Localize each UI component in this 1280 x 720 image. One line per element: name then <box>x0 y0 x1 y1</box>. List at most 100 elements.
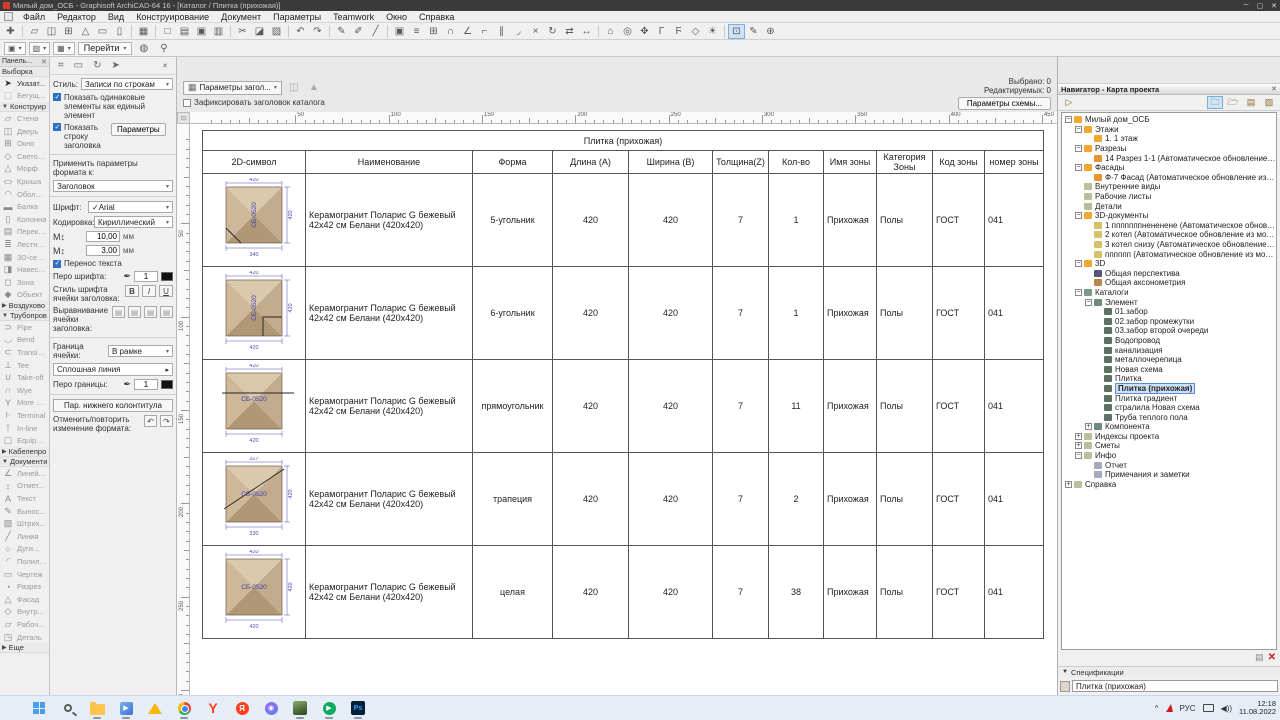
tree-item-канализация[interactable]: канализация <box>1062 345 1276 355</box>
show-same-checkbox[interactable] <box>53 93 61 101</box>
tool-equipm-[interactable]: ▢ Equipm... <box>0 434 49 447</box>
tool-чертеж[interactable]: ▭ Чертеж <box>0 568 49 581</box>
tree-item-общая-перспектива[interactable]: Общая перспектива <box>1062 269 1276 279</box>
close-schedule-icon[interactable]: ✕ <box>1268 652 1276 663</box>
save-icon[interactable]: ▣ <box>193 24 210 39</box>
explorer-icon[interactable] <box>86 697 108 719</box>
display-icon[interactable] <box>1202 704 1214 712</box>
tool-объект[interactable]: ◆ Объект <box>0 289 49 302</box>
tree-item-труба-теплого-пола[interactable]: Труба теплого пола <box>1062 412 1276 422</box>
inject-params-icon[interactable]: ✐ <box>350 24 367 39</box>
menu-item-0[interactable]: Файл <box>17 11 51 23</box>
tree-expander-icon[interactable]: − <box>1075 452 1082 460</box>
marquee-tool[interactable]: ⬚ Бегущ... <box>0 90 49 103</box>
layout-book-icon[interactable]: ▤ <box>1243 96 1259 109</box>
tree-expander-icon[interactable]: + <box>1075 442 1082 450</box>
tree-item-водопровод[interactable]: Водопровод <box>1062 336 1276 346</box>
view-map-icon[interactable]: 🗁 <box>1225 96 1241 109</box>
encoding-select[interactable]: Кириллический ▾ <box>94 216 173 228</box>
line-type-select[interactable]: Сплошная линия ▸ <box>53 363 173 376</box>
tree-item-фасады[interactable]: − Фасады <box>1062 163 1276 173</box>
goto-button[interactable]: Перейти ▾ <box>77 41 133 55</box>
scale-combo-icon[interactable]: ▨ ▾ <box>28 41 51 55</box>
roof-tool-icon[interactable]: △ <box>77 24 94 39</box>
menu-item-5[interactable]: Параметры <box>267 11 327 23</box>
font-select[interactable]: ✓Arial ▾ <box>88 201 173 213</box>
border-pen-input[interactable] <box>134 379 158 390</box>
specifications-header[interactable]: ▼ Спецификации <box>1058 666 1280 677</box>
guide-lines-icon[interactable]: ∠ <box>459 24 476 39</box>
align-center-icon[interactable]: ▤ <box>128 306 141 318</box>
language-indicator[interactable]: РУС <box>1180 704 1196 713</box>
previous-view-icon[interactable]: Γ <box>653 24 670 39</box>
header-params-dropdown[interactable]: ▦ Параметры загол... ▾ <box>183 80 282 95</box>
tool-рабоч-[interactable]: ▱ Рабоч... <box>0 618 49 631</box>
toolbox-group-0[interactable]: ▼ Конструир <box>0 102 49 113</box>
pan-icon[interactable]: ✥ <box>636 24 653 39</box>
origin-icon[interactable]: ⊕ <box>762 24 779 39</box>
tree-item-03-забор-второй-очереди[interactable]: 03.забор второй очереди <box>1062 326 1276 336</box>
tool-колонна[interactable]: ▯ Колонна <box>0 213 49 226</box>
tree-expander-icon[interactable]: − <box>1075 212 1082 220</box>
tool-текст[interactable]: A Текст <box>0 492 49 505</box>
minimize-button[interactable]: ─ <box>1244 2 1249 10</box>
toolbox-group-4[interactable]: ▼ Документи <box>0 457 49 468</box>
tool-3d-сетка[interactable]: ▦ 3D-сетка <box>0 251 49 264</box>
group-icon[interactable]: ▣ <box>391 24 408 39</box>
tree-expander-icon[interactable]: − <box>1075 125 1082 133</box>
tree-item-плитка-прихожая-[interactable]: Плитка (прихожая) <box>1062 382 1276 394</box>
mesh-tool-icon[interactable]: ▦ <box>135 24 152 39</box>
search-icon[interactable] <box>57 697 79 719</box>
archicad-icon[interactable] <box>289 697 311 719</box>
tree-item-3d-документы[interactable]: − 3D-документы <box>1062 211 1276 221</box>
wrap-text-checkbox[interactable] <box>53 259 61 268</box>
tool-take-off[interactable]: ∪ Take-off <box>0 371 49 384</box>
cell-border-select[interactable]: В рамке ▾ <box>108 345 173 357</box>
toolbox-group-3[interactable]: ▶ Кабелепро <box>0 447 49 458</box>
table-row[interactable]: 420 340 420 СБ-0520 Керамогранит Поларис G б… <box>202 173 1044 267</box>
toolbox-group-1[interactable]: ▶ Воздухово <box>0 301 49 312</box>
close-button[interactable]: ✕ <box>1271 2 1277 10</box>
layer-combo-icon[interactable]: ▣ ▾ <box>4 41 26 55</box>
tree-expander-icon[interactable]: − <box>1075 145 1082 153</box>
tree-item-этажи[interactable]: − Этажи <box>1062 125 1276 135</box>
menu-item-7[interactable]: Окно <box>380 11 413 23</box>
column-tool-icon[interactable]: ▯ <box>111 24 128 39</box>
wall-tool-icon[interactable]: ▱ <box>26 24 43 39</box>
tool-pipe[interactable]: ⊃ Pipe <box>0 321 49 334</box>
photoshop-icon[interactable]: Ps <box>347 697 369 719</box>
delete-icon[interactable]: × <box>527 24 544 39</box>
tree-item-1-1-этаж[interactable]: 1. 1 этаж <box>1062 134 1276 144</box>
tree-item-ф-7-фасад-автоматическое-обнов[interactable]: Ф-7 Фасад (Автоматическое обновление из … <box>1062 173 1276 183</box>
row-height-input[interactable] <box>86 245 120 256</box>
font-size-input[interactable] <box>86 231 120 242</box>
tree-item-инфо[interactable]: − Инфо <box>1062 451 1276 461</box>
tool-дуги-[interactable]: ○ Дуги... <box>0 543 49 556</box>
alice-icon[interactable]: ◉ <box>260 697 282 719</box>
dimension-icon[interactable]: ⌗ <box>58 60 64 71</box>
trim-icon[interactable]: ⌐ <box>476 24 493 39</box>
tool-оболоч-[interactable]: ◠ Оболоч... <box>0 188 49 201</box>
tool-tee[interactable]: ⊥ Tee <box>0 359 49 372</box>
zoom-icon[interactable]: ◎ <box>619 24 636 39</box>
tool-вынос-[interactable]: ✎ Вынос... <box>0 505 49 518</box>
table-row[interactable]: 420 420 СБ-0520 Керамогранит Поларис G беже… <box>202 359 1044 453</box>
rotate-icon[interactable]: ↻ <box>544 24 561 39</box>
tree-expander-icon[interactable]: + <box>1065 480 1072 488</box>
merge-cells-icon[interactable]: ◫ <box>286 81 302 95</box>
paste-icon[interactable]: ▨ <box>268 24 285 39</box>
tree-expander-icon[interactable]: + <box>1085 423 1092 431</box>
lock-header-checkbox[interactable] <box>183 98 191 107</box>
style-select[interactable]: Записи по строкам ▾ <box>80 78 173 90</box>
underline-button[interactable]: U <box>159 285 173 297</box>
tree-item-примечания-и-заметки[interactable]: Примечания и заметки <box>1062 470 1276 480</box>
tree-expander-icon[interactable]: − <box>1075 260 1082 268</box>
camera-icon[interactable]: ◇ <box>687 24 704 39</box>
mirror-icon[interactable]: ⇄ <box>561 24 578 39</box>
run-man-icon[interactable]: ⚲ <box>155 41 172 56</box>
tree-expander-icon[interactable]: − <box>1075 288 1082 296</box>
tree-item-индексы-проекта[interactable]: + Индексы проекта <box>1062 432 1276 442</box>
camtasia-icon[interactable]: ▶ <box>318 697 340 719</box>
border-pen-swatch[interactable] <box>161 380 173 389</box>
start-icon[interactable] <box>28 697 50 719</box>
